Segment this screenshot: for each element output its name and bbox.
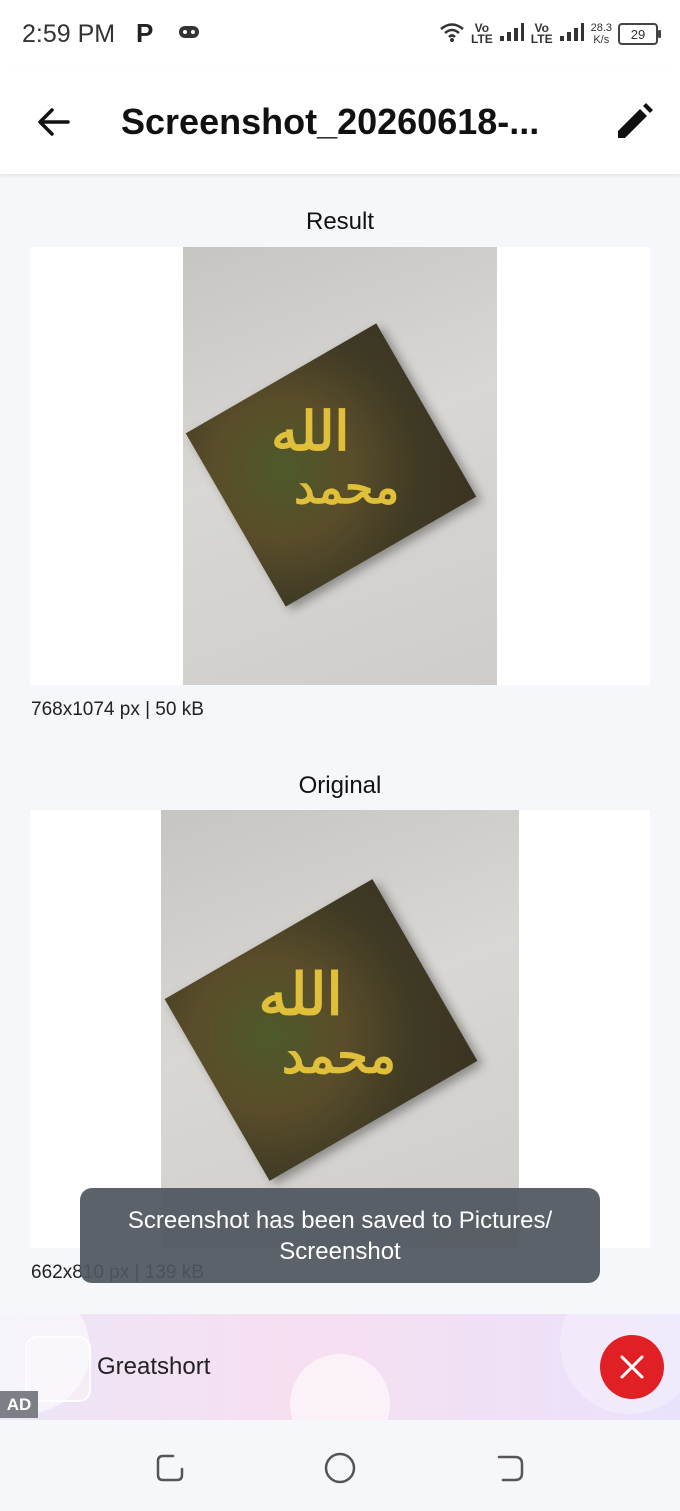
navigation-bar (0, 1420, 680, 1511)
ad-app-name: Greatshort (97, 1353, 211, 1380)
result-meta: 768x1074 px | 50 kB (31, 699, 204, 720)
edit-button[interactable] (612, 100, 656, 144)
volte-indicator-1: Vo LTE (471, 21, 493, 46)
back-arrow-icon (38, 108, 70, 136)
result-label: Result (305, 208, 375, 235)
parking-indicator-icon: P (136, 18, 154, 48)
pencil-icon (618, 103, 653, 138)
ad-tag: AD (0, 1391, 38, 1418)
ad-decoration (290, 1354, 390, 1420)
result-image-frame: الله محمد (30, 247, 650, 685)
wifi-icon (439, 21, 465, 48)
recents-icon (156, 1454, 184, 1482)
ad-action-button[interactable] (600, 1335, 664, 1399)
original-image-frame: الله محمد (30, 810, 650, 1248)
calligraphy-canvas: الله محمد (164, 879, 478, 1181)
home-button[interactable] (323, 1451, 357, 1485)
close-icon (620, 1355, 644, 1379)
battery-icon: 29 (618, 23, 661, 45)
toast-message: Screenshot has been saved to Pictures/ S… (80, 1188, 600, 1283)
network-speed: 28.3 K/s (590, 22, 612, 46)
gamepad-icon (178, 24, 200, 45)
ad-banner[interactable]: Greatshort AD (0, 1314, 680, 1420)
status-time: 2:59 PM (22, 20, 116, 48)
back-button[interactable] (32, 100, 76, 144)
back-nav-icon (497, 1455, 524, 1482)
page-title: Screenshot_20260618-... (121, 101, 540, 142)
home-icon (324, 1452, 356, 1484)
result-image[interactable]: الله محمد (183, 247, 497, 685)
original-image[interactable]: الله محمد (161, 810, 519, 1248)
signal-icon-1 (499, 22, 525, 47)
status-bar: 2:59 PM P Vo LTE Vo LTE 28.3 K/s 29 (0, 0, 680, 70)
recents-button[interactable] (153, 1451, 187, 1485)
back-nav-button[interactable] (493, 1451, 527, 1485)
volte-indicator-2: Vo LTE (530, 21, 553, 46)
app-bar: Screenshot_20260618-... (0, 70, 680, 174)
calligraphy-canvas: الله محمد (185, 323, 477, 607)
signal-icon-2 (559, 22, 585, 47)
original-label: Original (298, 772, 382, 799)
